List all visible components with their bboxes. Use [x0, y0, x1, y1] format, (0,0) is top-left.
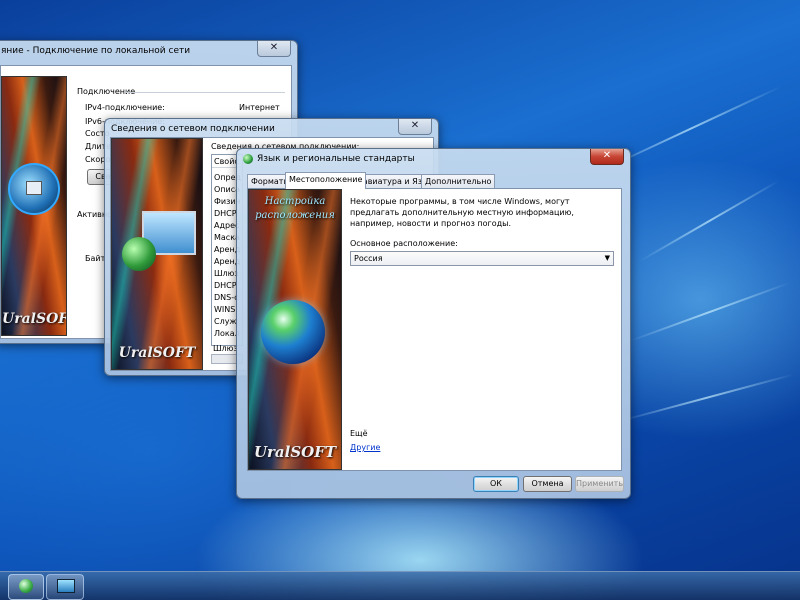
- more-label: Ещё: [350, 429, 368, 438]
- connection-details-brand: UralSOFT: [118, 345, 196, 361]
- list-item[interactable]: Шлюз: [214, 269, 239, 278]
- location-value: Россия: [354, 254, 383, 263]
- lan-status-brand: UralSOFT: [2, 311, 66, 327]
- region-description: Некоторые программы, в том числе Windows…: [350, 197, 574, 228]
- art-caption-line2: расположения: [255, 210, 335, 221]
- region-title: Язык и региональные стандарты: [257, 154, 415, 164]
- lan-status-close-button[interactable]: ✕: [257, 41, 291, 57]
- cancel-button[interactable]: Отмена: [523, 476, 572, 492]
- taskbar: [0, 571, 800, 600]
- wallpaper-streak: [639, 180, 780, 262]
- monitor-icon: [57, 579, 75, 593]
- region-window[interactable]: Язык и региональные стандарты ✕ Форматы …: [236, 148, 631, 499]
- connection-details-title: Сведения о сетевом подключении: [111, 124, 275, 134]
- connection-details-close-button[interactable]: ✕: [398, 119, 432, 135]
- location-label: Основное расположение:: [350, 239, 458, 248]
- apply-button[interactable]: Применить: [575, 476, 624, 492]
- bytes-label: Байт: [85, 254, 106, 263]
- taskbar-item-network[interactable]: [46, 574, 84, 600]
- start-button[interactable]: [8, 574, 44, 600]
- start-globe-icon: [19, 579, 33, 593]
- network-globe-icon: [8, 163, 60, 215]
- section-divider: [125, 92, 285, 93]
- chevron-down-icon: ▼: [604, 254, 610, 262]
- lan-status-titlebar[interactable]: яние - Подключение по локальной сети ✕: [0, 41, 297, 63]
- ok-button[interactable]: ОК: [473, 476, 519, 492]
- region-art: Настройка расположения UralSOFT: [248, 189, 342, 470]
- lan-status-art: UralSOFT: [1, 76, 67, 336]
- art-caption-line1: Настройка: [264, 196, 326, 207]
- list-item[interactable]: Шлюз: [213, 344, 238, 353]
- other-link[interactable]: Другие: [350, 443, 380, 452]
- globe-icon: [122, 237, 156, 271]
- list-item[interactable]: DNS-с: [214, 293, 239, 302]
- region-brand: UralSOFT: [253, 443, 337, 461]
- wallpaper-streak: [629, 281, 791, 342]
- earth-globe-icon: [261, 300, 325, 364]
- wallpaper-streak: [619, 373, 795, 422]
- list-item[interactable]: DHCP: [214, 209, 237, 218]
- ipv4-label: IPv4-подключение:: [85, 103, 165, 112]
- lan-status-title: яние - Подключение по локальной сети: [1, 46, 191, 56]
- list-item[interactable]: DHCP: [214, 281, 237, 290]
- tab-advanced[interactable]: Дополнительно: [421, 174, 496, 189]
- region-titlebar[interactable]: Язык и региональные стандарты ✕: [237, 149, 630, 171]
- tab-location[interactable]: Местоположение: [285, 172, 367, 189]
- region-close-button[interactable]: ✕: [590, 149, 624, 165]
- location-dropdown[interactable]: Россия ▼: [350, 251, 614, 266]
- network-plug-icon: [26, 181, 42, 195]
- region-app-icon: [243, 154, 253, 164]
- list-item[interactable]: WINS: [214, 305, 235, 314]
- ipv4-value: Интернет: [239, 103, 280, 112]
- connection-details-art: UralSOFT: [111, 138, 203, 370]
- region-tab-panel: Настройка расположения UralSOFT Некоторы…: [247, 188, 622, 471]
- list-item[interactable]: Служ: [214, 317, 237, 326]
